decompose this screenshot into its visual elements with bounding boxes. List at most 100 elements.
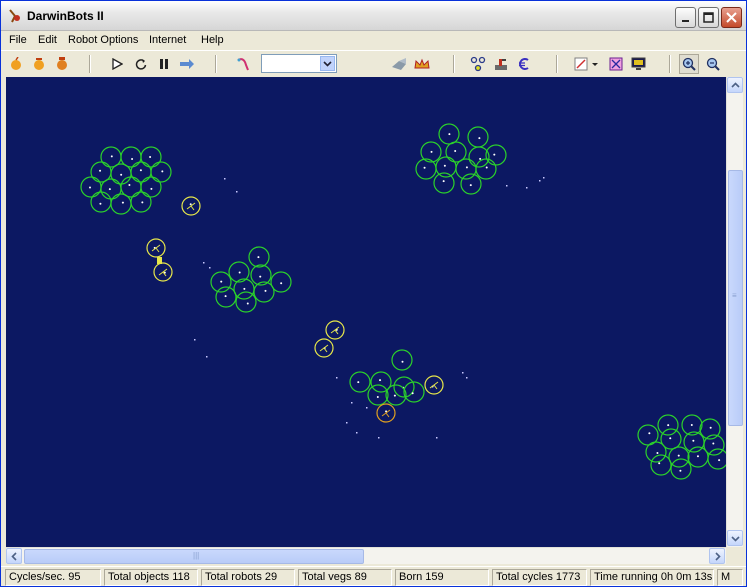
veg-cell-eye — [658, 462, 660, 464]
veg-cell-eye — [431, 151, 433, 153]
veg-cell[interactable] — [131, 192, 151, 212]
veg-cell[interactable] — [91, 192, 111, 212]
veg-cell-eye — [667, 424, 669, 426]
veg-cell[interactable] — [708, 449, 726, 469]
veg-cell[interactable] — [651, 455, 671, 475]
vertical-scrollbar[interactable]: ≡ — [726, 77, 743, 547]
veg-cell-eye — [718, 459, 720, 461]
veg-cell[interactable] — [671, 459, 691, 479]
particle — [462, 372, 464, 374]
robot-arm-icon — [493, 56, 509, 72]
pause-button[interactable] — [154, 54, 174, 74]
close-button[interactable] — [721, 7, 742, 28]
veg-cell[interactable] — [141, 177, 161, 197]
menu-bar: File Edit Robot Options Internet Help — [1, 31, 746, 50]
veg-cell[interactable] — [468, 127, 488, 147]
menu-robot-options[interactable]: Robot Options — [68, 34, 138, 46]
veg-cell[interactable] — [476, 159, 496, 179]
veg-cell-eye — [412, 392, 414, 394]
minimize-button[interactable] — [675, 7, 696, 28]
veg-cell[interactable] — [101, 179, 121, 199]
crown-button[interactable] — [412, 54, 432, 74]
veg-cell[interactable] — [392, 350, 412, 370]
veg-cell-eye — [89, 186, 91, 188]
draw-dropdown-button[interactable] — [590, 54, 600, 74]
robot-marks — [152, 245, 160, 252]
draw-icon — [574, 57, 588, 71]
menu-file[interactable]: File — [9, 34, 27, 46]
particle — [206, 356, 208, 358]
load-sim-button[interactable] — [29, 54, 49, 74]
veg-cell[interactable] — [646, 442, 666, 462]
restart-button[interactable] — [131, 54, 151, 74]
combo-dropdown-button[interactable] — [320, 56, 335, 71]
veg-cell-eye — [264, 290, 266, 292]
veg-cell-eye — [150, 188, 152, 190]
euro-button[interactable] — [514, 54, 534, 74]
veg-cell-eye — [131, 158, 133, 160]
veg-cell-eye — [697, 455, 699, 457]
monitor-button[interactable] — [629, 54, 649, 74]
veg-cell-eye — [478, 137, 480, 139]
particle — [209, 267, 211, 269]
chevron-left-icon — [10, 552, 19, 561]
menu-help[interactable]: Help — [201, 34, 224, 46]
pointer-button[interactable] — [233, 54, 253, 74]
maximize-button[interactable] — [698, 7, 719, 28]
load-sim-icon — [32, 57, 46, 71]
veg-cell[interactable] — [151, 162, 171, 182]
veg-cell-eye — [99, 170, 101, 172]
scroll-left-button[interactable] — [6, 548, 22, 564]
robot-marks — [430, 382, 438, 389]
status-time-running: Time running 0h 0m 13s — [590, 569, 714, 586]
draw-button[interactable] — [571, 54, 591, 74]
veg-cell[interactable] — [386, 385, 406, 405]
new-sim-button[interactable] — [6, 54, 26, 74]
horizontal-scroll-thumb[interactable]: ||| — [24, 549, 364, 564]
menu-internet[interactable]: Internet — [149, 34, 186, 46]
veg-cell-eye — [239, 272, 241, 274]
veg-cell[interactable] — [111, 194, 131, 214]
save-sim-button[interactable] — [52, 54, 72, 74]
cells-button[interactable] — [468, 54, 488, 74]
zoom-in-icon — [682, 57, 696, 71]
robot-arm-button[interactable] — [491, 54, 511, 74]
grid-button[interactable] — [606, 54, 626, 74]
veg-cell[interactable] — [131, 162, 151, 182]
close-icon — [726, 12, 737, 23]
chevron-down-icon — [731, 534, 740, 543]
veg-cell-eye — [259, 276, 261, 278]
veg-cell[interactable] — [350, 372, 370, 392]
horizontal-scrollbar[interactable]: ||| — [6, 547, 726, 564]
zoom-in-button[interactable] — [679, 54, 699, 74]
veg-cell[interactable] — [368, 385, 388, 405]
minimize-icon — [681, 13, 691, 23]
toolbar-combo[interactable] — [261, 54, 337, 73]
veg-cell[interactable] — [81, 177, 101, 197]
veg-cell[interactable] — [236, 292, 256, 312]
veg-cell-eye — [247, 302, 249, 304]
simulation-field[interactable] — [6, 77, 726, 547]
title-bar[interactable]: DarwinBots II — [1, 1, 746, 31]
scroll-down-button[interactable] — [727, 530, 743, 546]
particle — [526, 187, 528, 189]
veg-cell-eye — [648, 432, 650, 434]
grid-icon — [609, 57, 623, 71]
vertical-scroll-thumb[interactable]: ≡ — [728, 170, 743, 426]
veg-cell[interactable] — [416, 159, 436, 179]
play-button[interactable] — [107, 54, 127, 74]
status-born: Born 159 — [395, 569, 489, 586]
simulation-canvas[interactable] — [6, 77, 726, 547]
veg-cell-eye — [379, 379, 381, 381]
veg-cell[interactable] — [434, 173, 454, 193]
scroll-right-button[interactable] — [709, 548, 725, 564]
step-forward-button[interactable] — [177, 54, 197, 74]
zoom-out-button[interactable] — [703, 54, 723, 74]
shape-button[interactable] — [389, 54, 409, 74]
veg-cell-eye — [443, 180, 445, 182]
menu-edit[interactable]: Edit — [38, 34, 57, 46]
scroll-up-button[interactable] — [727, 77, 743, 93]
status-bar: Cycles/sec. 95 Total objects 118 Total r… — [1, 566, 746, 586]
veg-cell-eye — [669, 437, 671, 439]
particle — [336, 377, 338, 379]
